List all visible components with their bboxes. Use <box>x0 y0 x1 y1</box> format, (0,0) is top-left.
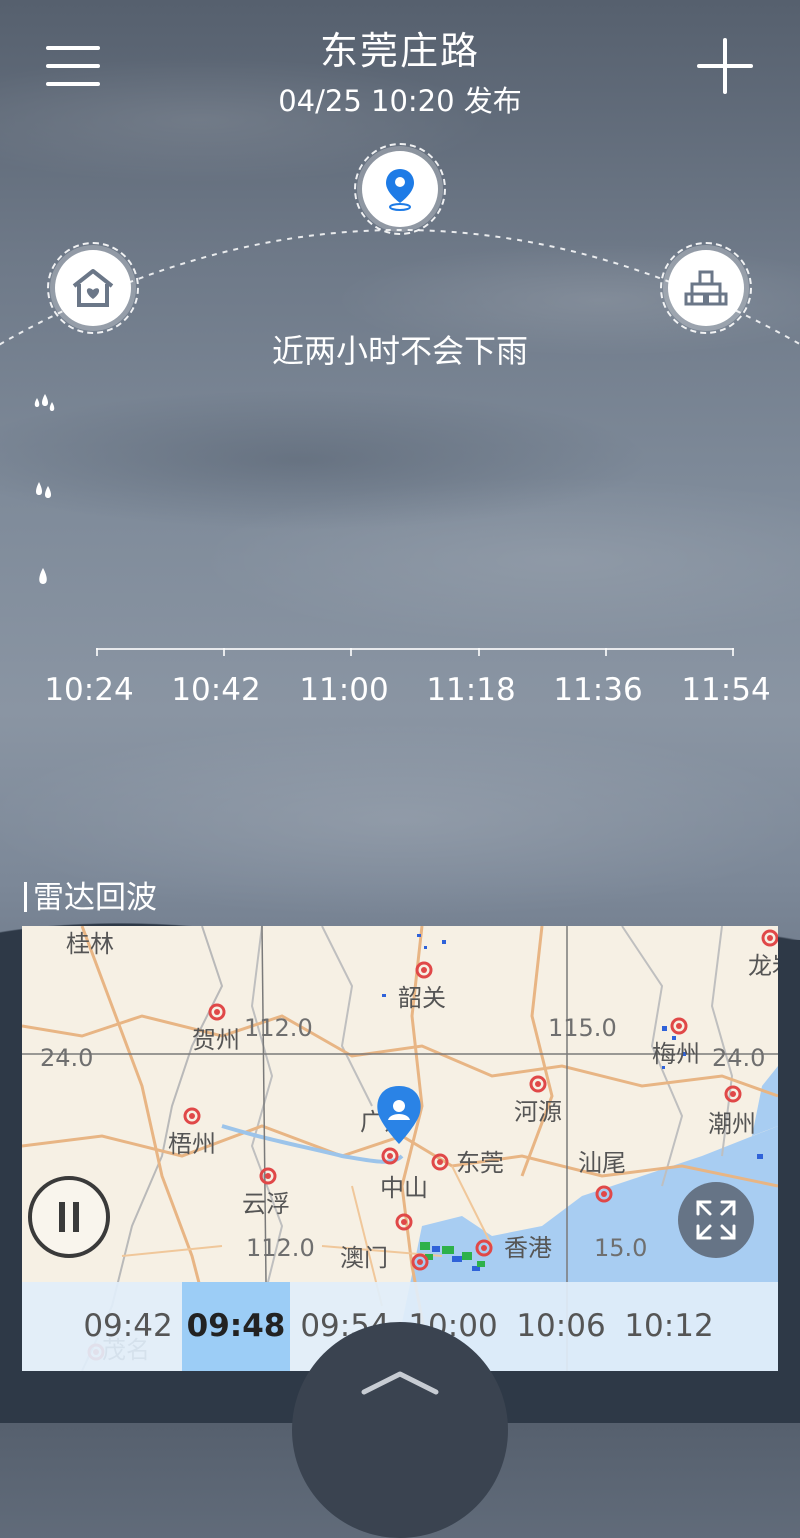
map-label: 梧州 <box>168 1130 216 1158</box>
map-label: 龙岩 <box>748 952 778 980</box>
building-icon <box>684 270 728 306</box>
expand-icon <box>696 1200 736 1240</box>
home-location-button[interactable] <box>47 242 139 334</box>
rain-drop-light-icon <box>39 568 47 584</box>
map-label: 潮州 <box>708 1110 756 1138</box>
rain-drops-heavy-icon <box>34 394 55 411</box>
forecast-time-label: 11:36 <box>553 672 643 708</box>
radar-section-title: 雷达回波 <box>24 872 157 917</box>
grid-label: 112.0 <box>244 1014 313 1042</box>
map-label: 中山 <box>380 1174 428 1202</box>
grid-label: 15.0 <box>594 1234 647 1262</box>
radar-play-pause-button[interactable] <box>28 1176 110 1258</box>
map-label: 东莞 <box>456 1149 504 1177</box>
radar-time-item[interactable]: 09:42 <box>74 1282 182 1371</box>
map-label: 云浮 <box>242 1190 290 1218</box>
bottom-pull-tab[interactable] <box>292 1322 508 1538</box>
city-title[interactable]: 东莞庄路 <box>0 20 800 75</box>
grid-label: 24.0 <box>712 1044 765 1072</box>
forecast-time-label: 11:18 <box>426 672 516 708</box>
home-icon <box>72 269 114 307</box>
forecast-time-label: 10:24 <box>44 672 134 708</box>
rain-drops-medium-icon <box>36 482 51 498</box>
forecast-axis <box>96 648 734 650</box>
current-location-button[interactable] <box>354 143 446 235</box>
map-label: 贺州 <box>192 1026 240 1054</box>
grid-label: 24.0 <box>40 1044 93 1072</box>
map-label: 澳门 <box>340 1244 388 1272</box>
forecast-time-label: 10:42 <box>171 672 261 708</box>
header: 东莞庄路 04/25 10:20 发布 <box>0 0 800 120</box>
forecast-time-label: 11:00 <box>299 672 389 708</box>
radar-time-item[interactable]: 10:12 <box>615 1282 723 1371</box>
add-city-button[interactable] <box>697 38 753 94</box>
radar-time-item[interactable]: 10:06 <box>507 1282 615 1371</box>
location-pin-icon <box>386 169 414 211</box>
publish-time: 04/25 10:20 发布 <box>278 84 522 118</box>
map-label: 梅州 <box>652 1040 700 1068</box>
forecast-time-label: 11:54 <box>681 672 771 708</box>
map-label: 韶关 <box>398 984 446 1012</box>
grid-label: 115.0 <box>548 1014 617 1042</box>
office-location-button[interactable] <box>660 242 752 334</box>
rain-forecast-summary: 近两小时不会下雨 <box>271 332 528 370</box>
map-label: 香港 <box>504 1234 552 1262</box>
radar-expand-button[interactable] <box>678 1182 754 1258</box>
map-label: 桂林 <box>66 930 114 958</box>
grid-label: 112.0 <box>246 1234 315 1262</box>
map-label: 汕尾 <box>578 1149 626 1177</box>
radar-time-item-selected[interactable]: 09:48 <box>182 1282 290 1371</box>
map-label: 河源 <box>514 1098 562 1126</box>
chevron-up-icon <box>361 1371 439 1395</box>
